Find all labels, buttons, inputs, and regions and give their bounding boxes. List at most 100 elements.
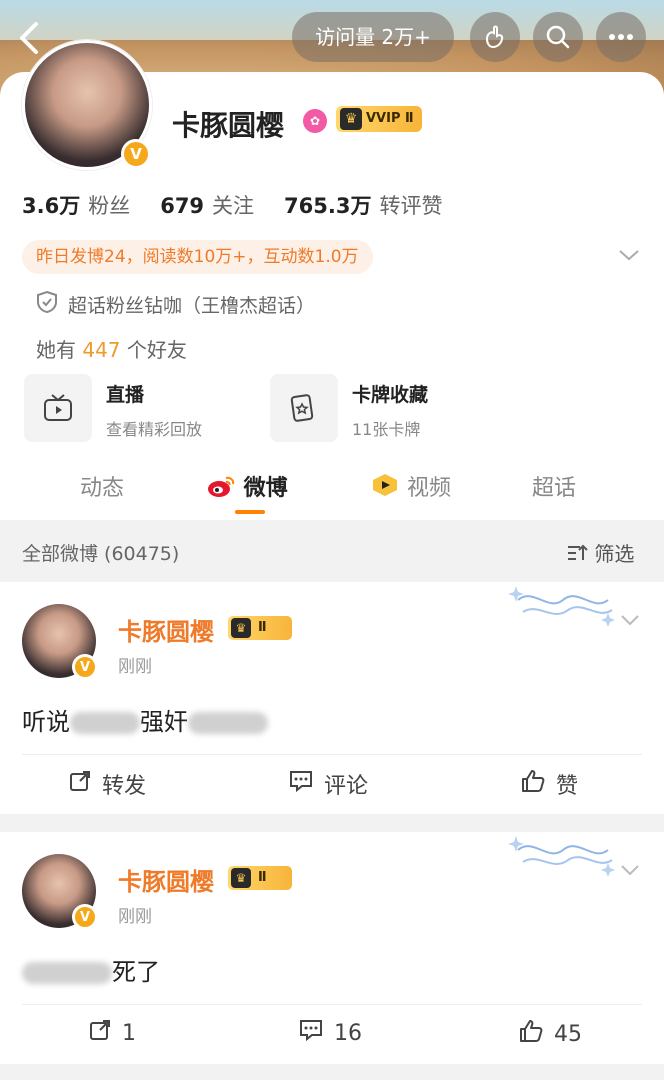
repost-button[interactable]: 转发 [68, 768, 146, 800]
repost-button[interactable]: 1 [88, 1018, 136, 1048]
stat-interactions[interactable]: 765.3万 转评赞 [284, 190, 442, 220]
post-more-chevron-icon[interactable] [620, 860, 640, 881]
verified-icon: V [72, 904, 98, 930]
tile-title: 直播 [106, 384, 145, 406]
vvip-label: VVIP Ⅱ [366, 111, 414, 126]
post-time: 刚刚 [118, 657, 152, 677]
comment-button[interactable]: 评论 [288, 768, 368, 800]
friends-count: 447 [82, 338, 121, 362]
tile-subtitle: 11张卡牌 [352, 420, 421, 439]
thumbs-up-icon [518, 1018, 544, 1050]
thumbs-up-icon [520, 768, 546, 800]
post-text-part: 强奸 [140, 708, 188, 736]
filter-label: 筛选 [594, 542, 635, 566]
post-more-chevron-icon[interactable] [620, 610, 640, 631]
post-card[interactable]: V 卡豚圆樱 ♛ Ⅱ 刚刚 听说 强奸 转发 评论 赞 [0, 582, 664, 814]
stat-following[interactable]: 679 关注 [160, 190, 254, 220]
stat-value: 765.3万 [284, 194, 372, 218]
friends-row[interactable]: 她有 447 个好友 [36, 334, 187, 363]
like-button[interactable]: 45 [518, 1018, 582, 1050]
like-count: 45 [554, 1021, 582, 1047]
super-topic-label: 超话粉丝钻咖（王橹杰超话） [68, 295, 316, 317]
vip-badge[interactable]: ♛ Ⅱ [228, 616, 292, 640]
post-text: 听说 强奸 [22, 702, 268, 737]
crown-icon: ♛ [340, 108, 362, 130]
redacted-text [22, 962, 112, 984]
tab-label: 微博 [243, 476, 288, 501]
post-text: 死了 [22, 952, 160, 987]
chevron-down-icon[interactable] [618, 243, 640, 267]
video-icon [370, 472, 400, 504]
comment-icon [288, 769, 314, 799]
yesterday-summary[interactable]: 昨日发博24，阅读数10万+，互动数1.0万 [22, 240, 373, 274]
vip-level: Ⅱ [258, 620, 267, 635]
crown-icon: ♛ [231, 618, 251, 638]
divider [22, 1004, 642, 1005]
repost-count: 1 [122, 1020, 136, 1046]
profile-stats: 3.6万 粉丝 679 关注 765.3万 转评赞 [22, 190, 642, 220]
post-text-part: 听说 [22, 708, 70, 736]
repost-icon [68, 769, 92, 799]
profile-name: 卡豚圆樱 [172, 109, 285, 142]
post-text-part: 死了 [112, 958, 160, 986]
tab-super-topic[interactable]: 超话 [532, 470, 576, 502]
like-button[interactable]: 赞 [520, 768, 578, 800]
hand-heart-icon[interactable] [470, 12, 520, 62]
tab-label: 视频 [407, 476, 452, 501]
card-collection-tile[interactable]: 卡牌收藏 11张卡牌 [270, 374, 490, 442]
search-icon[interactable] [533, 12, 583, 62]
all-posts-label: 全部微博 (60475) [22, 543, 180, 565]
stat-value: 3.6万 [22, 194, 81, 218]
feed-filter-bar: 全部微博 (60475) 筛选 [0, 520, 664, 582]
comment-count: 16 [334, 1020, 362, 1046]
friends-prefix: 她有 [36, 338, 76, 362]
verified-icon: V [121, 139, 151, 169]
filter-button[interactable]: 筛选 [566, 538, 634, 568]
more-icon[interactable] [596, 12, 646, 62]
card-icon [270, 374, 338, 442]
profile-tabs: 动态 微博 视频 超话 [0, 458, 664, 520]
tile-title: 卡牌收藏 [352, 384, 429, 406]
stat-value: 679 [160, 194, 205, 218]
post-card[interactable]: V 卡豚圆樱 ♛ Ⅱ 刚刚 死了 1 16 45 [0, 832, 664, 1064]
stat-label: 粉丝 [88, 194, 131, 218]
post-avatar[interactable]: V [22, 854, 98, 930]
repost-icon [88, 1018, 112, 1048]
profile-avatar[interactable]: V [22, 40, 152, 170]
tile-subtitle: 查看精彩回放 [106, 420, 203, 439]
action-label: 转发 [102, 774, 147, 799]
live-tile[interactable]: 直播 查看精彩回放 [24, 374, 244, 442]
action-label: 评论 [324, 774, 369, 799]
tv-icon [24, 374, 92, 442]
visits-button[interactable]: 访问量 2万+ [292, 12, 454, 62]
post-author[interactable]: 卡豚圆樱 [118, 862, 214, 897]
redacted-text [188, 712, 268, 734]
stat-label: 转评赞 [379, 194, 443, 218]
vip-level: Ⅱ [258, 870, 267, 885]
vvip-badge[interactable]: ♛ VVIP Ⅱ [336, 106, 422, 132]
post-author[interactable]: 卡豚圆樱 [118, 612, 214, 647]
weibo-logo-icon [206, 474, 236, 504]
tab-weibo[interactable]: 微博 [206, 470, 288, 504]
ribbon-decoration-icon [508, 832, 618, 882]
filter-icon [566, 543, 588, 568]
tab-video[interactable]: 视频 [370, 470, 451, 504]
comment-icon [298, 1018, 324, 1048]
verified-icon: V [72, 654, 98, 680]
post-time: 刚刚 [118, 907, 152, 927]
vip-badge[interactable]: ♛ Ⅱ [228, 866, 292, 890]
post-avatar[interactable]: V [22, 604, 98, 680]
tab-dynamics[interactable]: 动态 [80, 470, 124, 502]
crown-icon: ♛ [231, 868, 251, 888]
super-topic-badge-icon[interactable]: ✿ [303, 109, 327, 133]
shield-icon [36, 290, 58, 319]
divider [22, 754, 642, 755]
comment-button[interactable]: 16 [298, 1018, 362, 1048]
back-icon[interactable] [14, 18, 48, 58]
stat-fans[interactable]: 3.6万 粉丝 [22, 190, 130, 220]
action-label: 赞 [556, 774, 579, 799]
active-tab-indicator [235, 510, 265, 514]
stat-label: 关注 [212, 194, 255, 218]
redacted-text [70, 712, 140, 734]
super-topic-row[interactable]: 超话粉丝钻咖（王橹杰超话） [36, 290, 315, 319]
